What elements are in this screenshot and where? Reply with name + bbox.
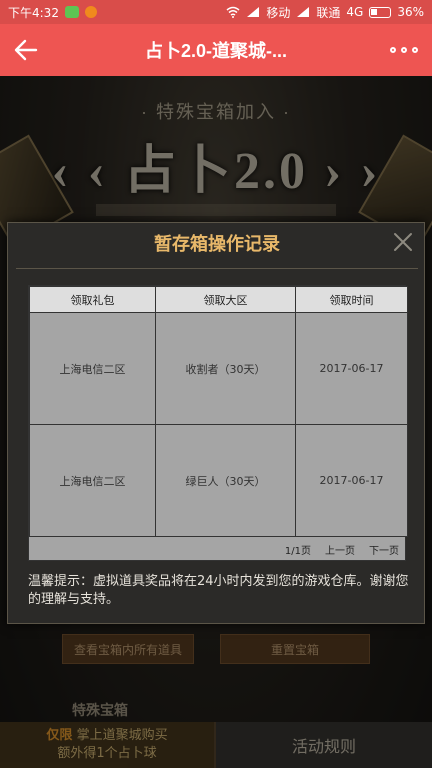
modal-title: 暂存箱操作记录 <box>154 234 280 255</box>
cell-gift: 上海电信二区 <box>29 312 156 425</box>
records-table-container: 领取礼包 领取大区 领取时间 上海电信二区 收割者（30天） 2017-06-1… <box>28 285 408 561</box>
signal-icon <box>247 7 260 17</box>
cell-gift: 上海电信二区 <box>29 424 156 537</box>
status-bar: 下午4:32 移动 联通 4G 36% <box>0 0 432 24</box>
table-row: 上海电信二区 绿巨人（30天） 2017-06-17 <box>29 424 408 537</box>
header-time: 领取时间 <box>295 286 408 313</box>
wifi-icon <box>226 6 240 18</box>
carrier-1: 移动 <box>266 5 291 20</box>
header-zone: 领取大区 <box>155 286 296 313</box>
prev-page-link[interactable]: 上一页 <box>325 542 355 557</box>
battery-percent: 36% <box>397 5 424 19</box>
table-row: 上海电信二区 收割者（30天） 2017-06-17 <box>29 312 408 425</box>
cell-zone: 绿巨人（30天） <box>155 424 296 537</box>
title-bar: 占卜2.0-道聚城-... <box>0 24 432 76</box>
cell-zone: 收割者（30天） <box>155 312 296 425</box>
back-arrow-icon[interactable] <box>12 36 40 64</box>
battery-icon <box>369 6 392 18</box>
table-header-row: 领取礼包 领取大区 领取时间 <box>29 286 408 313</box>
page-info: 1/1页 <box>284 545 311 557</box>
modal-divider <box>16 268 418 269</box>
app-notification-icon <box>84 6 97 18</box>
cell-time: 2017-06-17 <box>295 312 408 425</box>
next-page-link[interactable]: 下一页 <box>369 542 399 557</box>
page-title: 占卜2.0-道聚城-... <box>144 41 287 61</box>
more-icon[interactable] <box>390 42 418 58</box>
modal-tip: 温馨提示：虚拟道具奖品将在24小时内发到您的游戏仓库。谢谢您的理解与支持。 <box>28 574 409 607</box>
status-time: 下午4:32 <box>8 5 59 20</box>
cell-time: 2017-06-17 <box>295 424 408 537</box>
records-modal: 暂存箱操作记录 领取礼包 领取大区 领取时间 上海电信二区 收割者（30天） 2… <box>7 222 425 624</box>
signal-icon-2 <box>297 7 310 17</box>
wechat-icon <box>64 6 79 18</box>
header-gift: 领取礼包 <box>29 286 156 313</box>
records-table: 领取礼包 领取大区 领取时间 上海电信二区 收割者（30天） 2017-06-1… <box>29 286 408 537</box>
pager: 1/1页 上一页 下一页 <box>29 537 405 561</box>
close-icon[interactable] <box>392 231 414 253</box>
carrier-2: 联通 <box>316 5 341 20</box>
network-type: 4G <box>346 5 364 19</box>
